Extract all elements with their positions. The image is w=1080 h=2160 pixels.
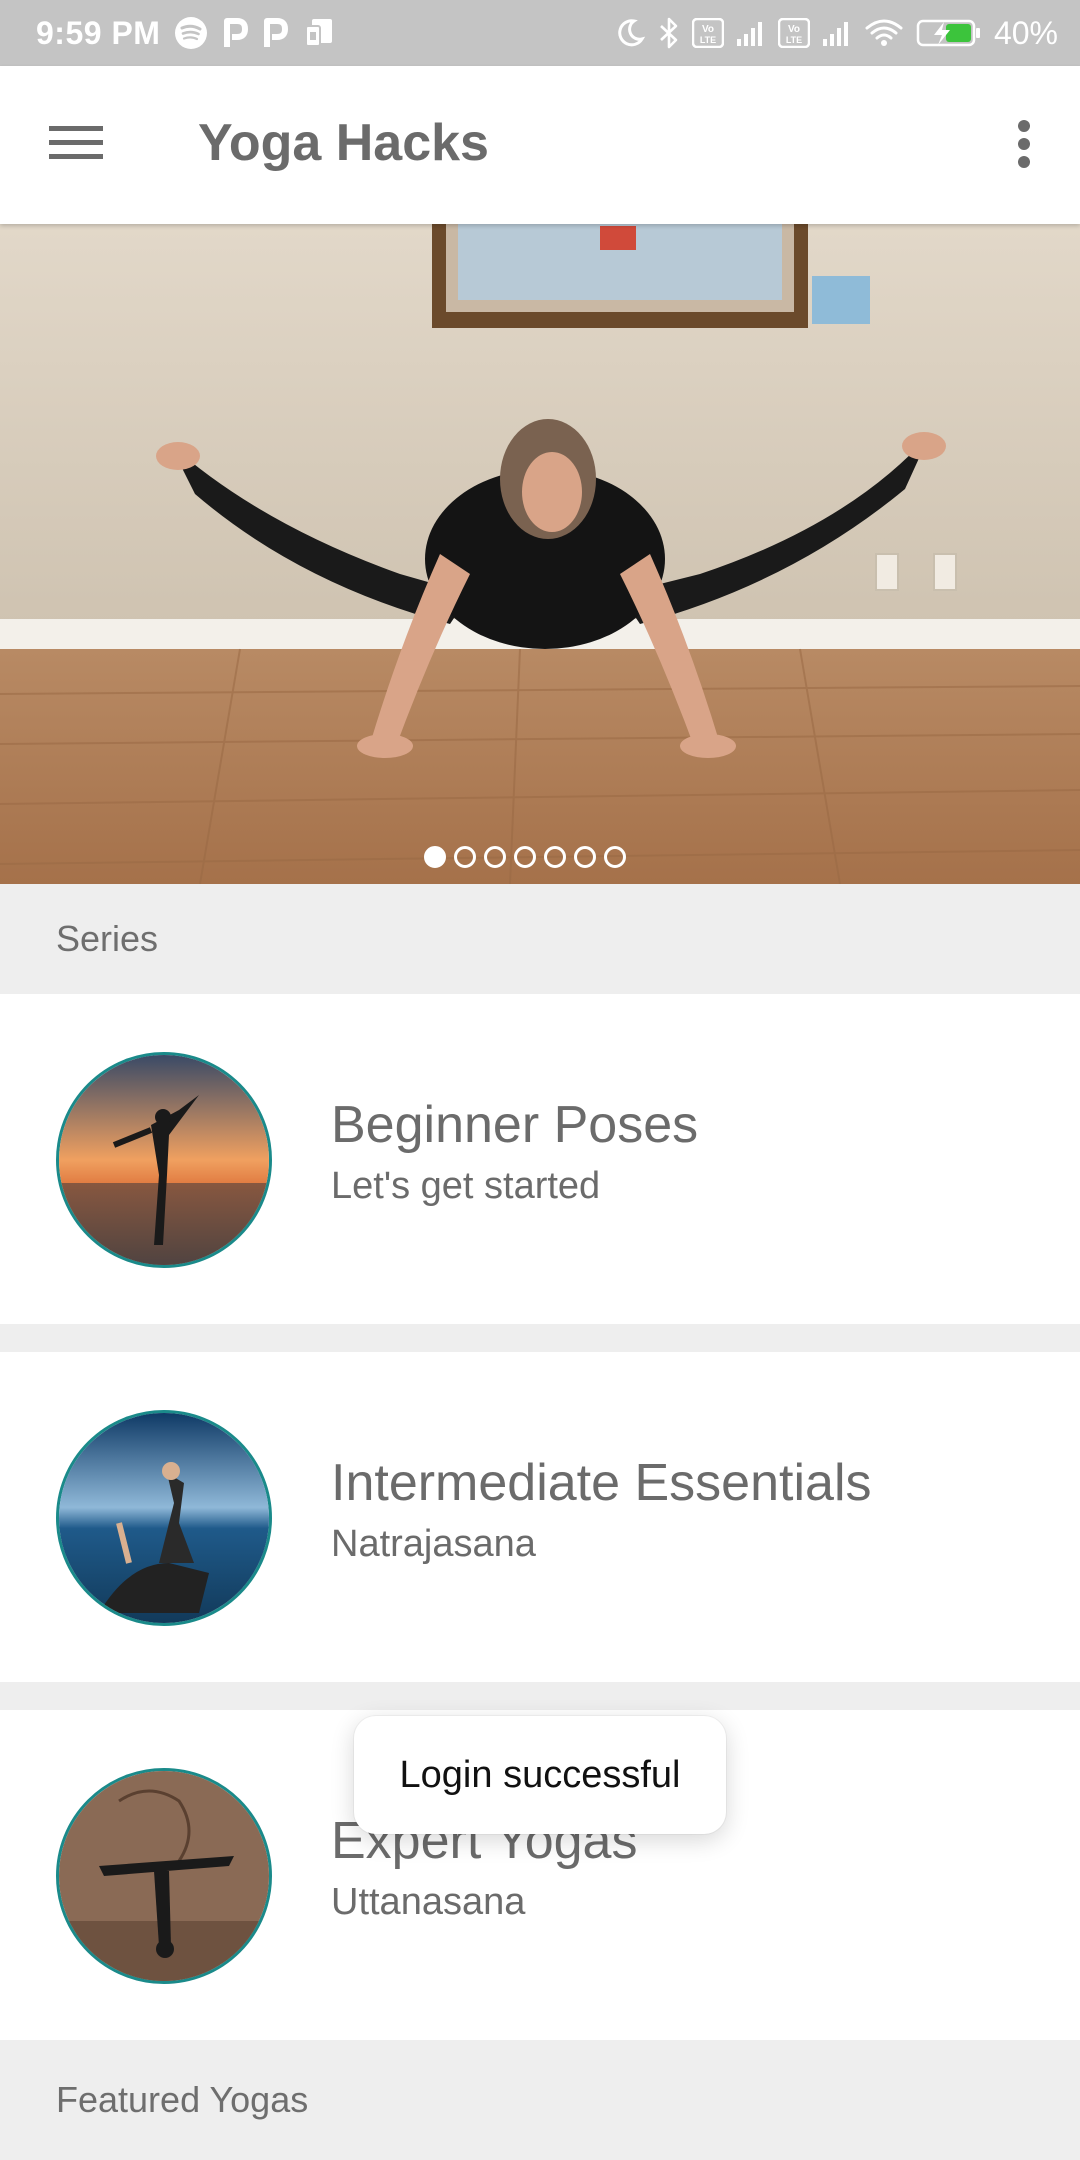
battery-charging-icon bbox=[916, 18, 982, 48]
hamburger-menu-icon bbox=[49, 124, 103, 167]
volte-icon: Vo LTE bbox=[691, 18, 724, 48]
series-card-intermediate[interactable]: Intermediate Essentials Natrajasana bbox=[0, 1352, 1080, 1682]
svg-text:Vo: Vo bbox=[788, 24, 800, 35]
sim-card-icon bbox=[302, 16, 336, 50]
card-separator bbox=[0, 1324, 1080, 1352]
more-vert-icon bbox=[1017, 119, 1031, 174]
carousel-dot[interactable] bbox=[454, 846, 476, 868]
series-subtitle: Uttanasana bbox=[331, 1881, 526, 1923]
hero-image bbox=[0, 224, 1080, 884]
carousel-dot[interactable] bbox=[484, 846, 506, 868]
status-bar: 9:59 PM Vo LTE Vo LTE 40% bbox=[0, 0, 1080, 66]
app-title: Yoga Hacks bbox=[198, 114, 489, 172]
toast-message: Login successful bbox=[354, 1716, 726, 1834]
series-title: Intermediate Essentials bbox=[331, 1454, 872, 1512]
svg-text:LTE: LTE bbox=[700, 35, 716, 45]
hero-carousel[interactable] bbox=[0, 224, 1080, 884]
series-thumbnail bbox=[56, 1052, 272, 1268]
series-subtitle: Natrajasana bbox=[331, 1523, 536, 1565]
carousel-indicator bbox=[424, 846, 626, 868]
wifi-icon bbox=[864, 18, 904, 48]
bluetooth-icon bbox=[658, 16, 680, 50]
series-subtitle: Let's get started bbox=[331, 1165, 601, 1207]
carousel-dot[interactable] bbox=[424, 846, 446, 868]
status-time: 9:59 PM bbox=[36, 14, 161, 51]
p-app-icon bbox=[222, 17, 249, 49]
svg-text:LTE: LTE bbox=[786, 35, 802, 45]
series-thumbnail bbox=[56, 1410, 272, 1626]
status-right-group: Vo LTE Vo LTE 40% bbox=[614, 15, 1058, 52]
menu-button[interactable] bbox=[46, 117, 106, 173]
carousel-dot[interactable] bbox=[574, 846, 596, 868]
p-app-icon bbox=[262, 17, 289, 49]
app-bar: Yoga Hacks bbox=[0, 66, 1080, 224]
section-header-featured: Featured Yogas bbox=[0, 2040, 1080, 2160]
signal-icon bbox=[736, 19, 766, 47]
carousel-dot[interactable] bbox=[604, 846, 626, 868]
carousel-dot[interactable] bbox=[544, 846, 566, 868]
card-separator bbox=[0, 1682, 1080, 1710]
section-header-series: Series bbox=[0, 884, 1080, 994]
moon-icon bbox=[614, 17, 646, 49]
series-thumbnail bbox=[56, 1768, 272, 1984]
volte-icon: Vo LTE bbox=[777, 18, 810, 48]
series-card-beginner[interactable]: Beginner Poses Let's get started bbox=[0, 994, 1080, 1324]
series-title: Beginner Poses bbox=[331, 1096, 699, 1154]
battery-percentage: 40% bbox=[993, 14, 1058, 51]
spotify-icon bbox=[174, 16, 208, 50]
overflow-menu-button[interactable] bbox=[1004, 116, 1044, 176]
signal-icon bbox=[822, 19, 852, 47]
status-left-group: 9:59 PM bbox=[36, 15, 336, 52]
carousel-dot[interactable] bbox=[514, 846, 536, 868]
svg-text:Vo: Vo bbox=[702, 24, 714, 35]
